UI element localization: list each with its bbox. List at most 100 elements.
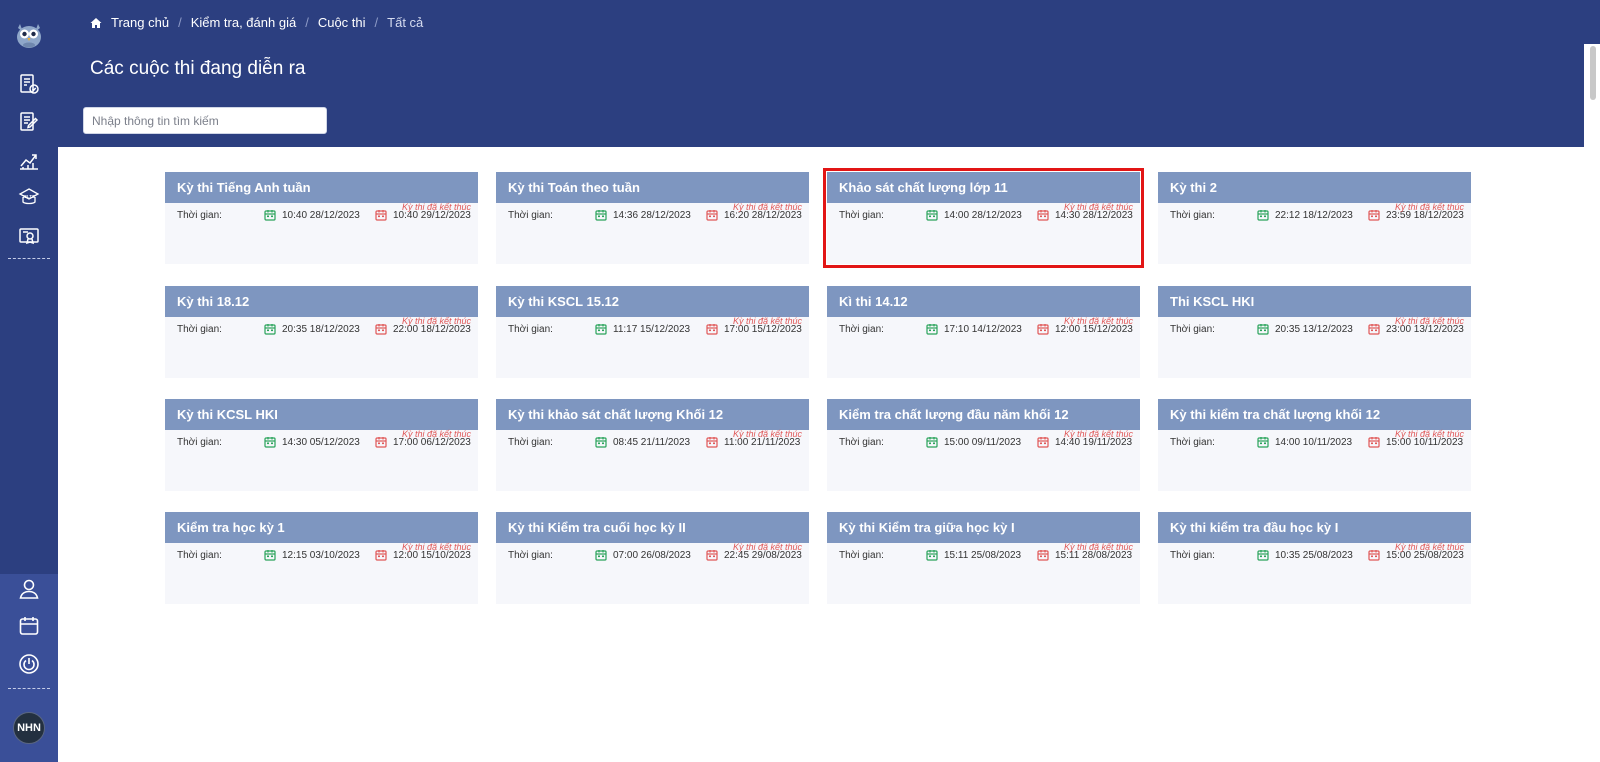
breadcrumb-all: Tất cả (387, 15, 424, 30)
start-time: 14:30 05/12/2023 (282, 437, 360, 448)
end-calendar-icon (1368, 209, 1380, 221)
scrollbar-track[interactable] (1584, 44, 1600, 762)
contest-card[interactable]: Kỳ thi khảo sát chất lượng Khối 12 Thời g… (496, 399, 809, 491)
start-calendar-icon (264, 549, 276, 561)
start-time: 14:36 28/12/2023 (613, 210, 691, 221)
contest-title[interactable]: Kiểm tra chất lượng đầu năm khối 12 (827, 399, 1140, 430)
contest-status: Kỳ thi đã kết thúc (1394, 316, 1464, 326)
start-calendar-icon (926, 436, 938, 448)
contest-status: Kỳ thi đã kết thúc (1394, 202, 1464, 212)
contest-title[interactable]: Kiểm tra học kỳ 1 (165, 512, 478, 543)
contest-card[interactable]: Kỳ thi 2 Thời gian: 22:12 18/12/2023 23:59 … (1158, 172, 1471, 264)
end-calendar-icon (706, 323, 718, 335)
contest-title[interactable]: Kỳ thi KCSL HKI (165, 399, 478, 430)
contest-card[interactable]: Kiểm tra chất lượng đầu năm khối 12 Thời … (827, 399, 1140, 491)
home-icon[interactable] (90, 17, 102, 29)
breadcrumb-separator: / (305, 15, 309, 30)
contest-card[interactable]: Kỳ thi Kiểm tra giữa học kỳ I Thời gian: 1… (827, 512, 1140, 604)
page-title: Các cuộc thi đang diễn ra (90, 58, 306, 79)
ielts-icon[interactable]: IELTS (17, 186, 41, 210)
start-calendar-icon (595, 323, 607, 335)
chart-up-icon[interactable] (17, 148, 41, 172)
start-time: 08:45 21/11/2023 (613, 437, 691, 448)
contest-status: Kỳ thi đã kết thúc (1063, 316, 1133, 326)
contest-status: Kỳ thi đã kết thúc (1394, 542, 1464, 552)
contest-title[interactable]: Kì thi 14.12 (827, 286, 1140, 317)
start-time: 11:17 15/12/2023 (613, 324, 691, 335)
contest-card[interactable]: Kì thi 14.12 Thời gian: 17:10 14/12/2023 12… (827, 286, 1140, 378)
sidebar-divider (8, 258, 50, 259)
contest-card[interactable]: Kỳ thi kiểm tra chất lượng khối 12 Thời g… (1158, 399, 1471, 491)
time-label: Thời gian: (508, 550, 553, 561)
contest-title[interactable]: Kỳ thi Tiếng Anh tuần (165, 172, 478, 203)
scrollbar-thumb[interactable] (1590, 46, 1596, 100)
contest-card[interactable]: Kỳ thi 18.12 Thời gian: 20:35 18/12/2023 22… (165, 286, 478, 378)
breadcrumb-home[interactable]: Trang chủ (111, 15, 169, 30)
start-calendar-icon (595, 209, 607, 221)
contest-title[interactable]: Kỳ thi Toán theo tuần (496, 172, 809, 203)
contest-card[interactable]: Kỳ thi KSCL 15.12 Thời gian: 11:17 15/12/2… (496, 286, 809, 378)
start-time: 15:00 09/11/2023 (944, 437, 1022, 448)
contest-title[interactable]: Khảo sát chất lượng lớp 11 (827, 172, 1140, 203)
contest-status: Kỳ thi đã kết thúc (1394, 429, 1464, 439)
end-calendar-icon (375, 209, 387, 221)
contest-card[interactable]: Kỳ thi Tiếng Anh tuần Thời gian: 10:40 28/… (165, 172, 478, 264)
contest-title[interactable]: Kỳ thi kiểm tra chất lượng khối 12 (1158, 399, 1471, 430)
contest-title[interactable]: Kỳ thi kiểm tra đầu học kỳ I (1158, 512, 1471, 543)
start-time: 10:40 28/12/2023 (282, 210, 360, 221)
contest-title[interactable]: Thi KSCL HKI (1158, 286, 1471, 317)
contest-card[interactable]: Kỳ thi KCSL HKI Thời gian: 14:30 05/12/202… (165, 399, 478, 491)
owl-logo-icon[interactable] (14, 20, 44, 50)
start-time: 15:11 25/08/2023 (944, 550, 1022, 561)
contest-card[interactable]: Kiểm tra học kỳ 1 Thời gian: 12:15 03/10/2… (165, 512, 478, 604)
contest-title[interactable]: Kỳ thi 2 (1158, 172, 1471, 203)
contest-status: Kỳ thi đã kết thúc (401, 429, 471, 439)
contest-title[interactable]: Kỳ thi 18.12 (165, 286, 478, 317)
time-label: Thời gian: (508, 210, 553, 221)
start-time: 12:15 03/10/2023 (282, 550, 360, 561)
start-time: 22:12 18/12/2023 (1275, 210, 1353, 221)
contest-title[interactable]: Kỳ thi Kiểm tra cuối học kỳ II (496, 512, 809, 543)
sidebar-divider (8, 688, 50, 689)
end-calendar-icon (375, 323, 387, 335)
breadcrumb-separator: / (178, 15, 182, 30)
end-calendar-icon (706, 436, 718, 448)
start-calendar-icon (926, 549, 938, 561)
start-calendar-icon (595, 549, 607, 561)
user-icon[interactable] (17, 577, 41, 601)
end-calendar-icon (375, 549, 387, 561)
avatar[interactable]: NHN (13, 712, 45, 744)
contest-card[interactable]: Khảo sát chất lượng lớp 11 Thời gian: 14:0… (827, 172, 1140, 264)
end-calendar-icon (706, 549, 718, 561)
time-label: Thời gian: (1170, 550, 1215, 561)
end-calendar-icon (1368, 436, 1380, 448)
breadcrumb-contests[interactable]: Cuộc thi (318, 15, 366, 30)
search-input[interactable] (83, 107, 327, 134)
start-time: 14:00 28/12/2023 (944, 210, 1022, 221)
contest-title[interactable]: Kỳ thi Kiểm tra giữa học kỳ I (827, 512, 1140, 543)
contest-card[interactable]: Kỳ thi kiểm tra đầu học kỳ I Thời gian: 10… (1158, 512, 1471, 604)
start-calendar-icon (595, 436, 607, 448)
exam-check-icon[interactable] (17, 72, 41, 96)
start-time: 07:00 26/08/2023 (613, 550, 691, 561)
edit-document-icon[interactable] (17, 110, 41, 134)
contest-status: Kỳ thi đã kết thúc (1063, 542, 1133, 552)
time-label: Thời gian: (1170, 210, 1215, 221)
contest-card[interactable]: Kỳ thi Toán theo tuần Thời gian: 14:36 28/… (496, 172, 809, 264)
calendar-icon[interactable] (17, 614, 41, 638)
end-calendar-icon (1037, 209, 1049, 221)
start-calendar-icon (264, 436, 276, 448)
contest-card[interactable]: Thi KSCL HKI Thời gian: 20:35 13/12/2023 23… (1158, 286, 1471, 378)
breadcrumb-assessment[interactable]: Kiểm tra, đánh giá (191, 15, 297, 30)
start-time: 20:35 18/12/2023 (282, 324, 360, 335)
contest-status: Kỳ thi đã kết thúc (732, 316, 802, 326)
contest-card[interactable]: Kỳ thi Kiểm tra cuối học kỳ II Thời gian:… (496, 512, 809, 604)
contest-title[interactable]: Kỳ thi KSCL 15.12 (496, 286, 809, 317)
start-calendar-icon (264, 209, 276, 221)
certificate-icon[interactable] (17, 224, 41, 248)
time-label: Thời gian: (508, 437, 553, 448)
power-icon[interactable] (17, 652, 41, 676)
contest-title[interactable]: Kỳ thi khảo sát chất lượng Khối 12 (496, 399, 809, 430)
time-label: Thời gian: (839, 324, 884, 335)
time-label: Thời gian: (177, 437, 222, 448)
